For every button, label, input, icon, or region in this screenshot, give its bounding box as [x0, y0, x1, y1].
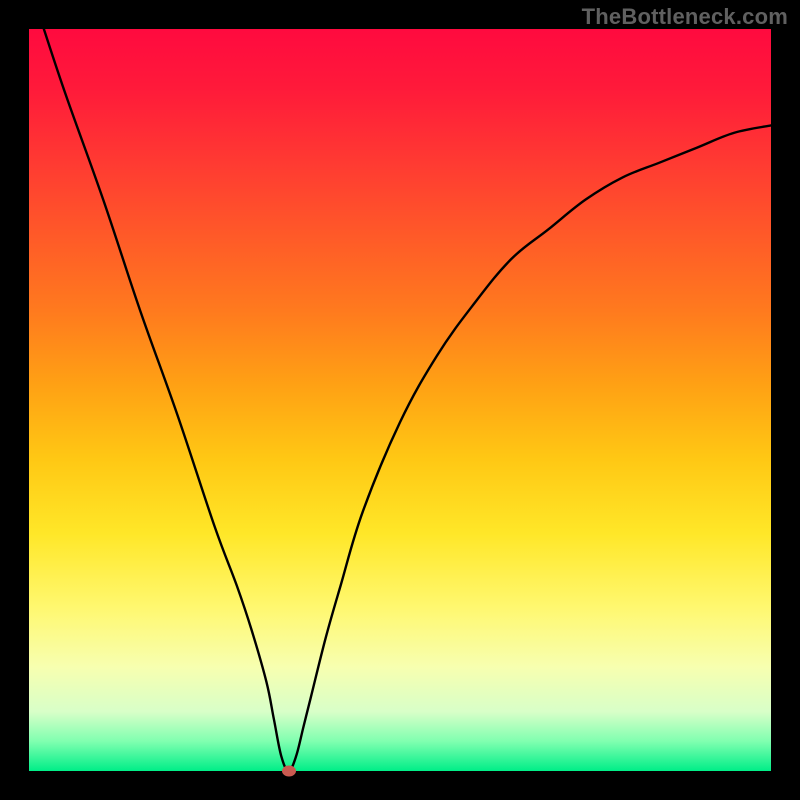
- bottleneck-curve: [44, 29, 771, 771]
- chart-frame: TheBottleneck.com: [0, 0, 800, 800]
- plot-area: [29, 29, 771, 771]
- bottleneck-marker: [282, 766, 296, 777]
- curve-svg: [29, 29, 771, 771]
- watermark-text: TheBottleneck.com: [582, 4, 788, 30]
